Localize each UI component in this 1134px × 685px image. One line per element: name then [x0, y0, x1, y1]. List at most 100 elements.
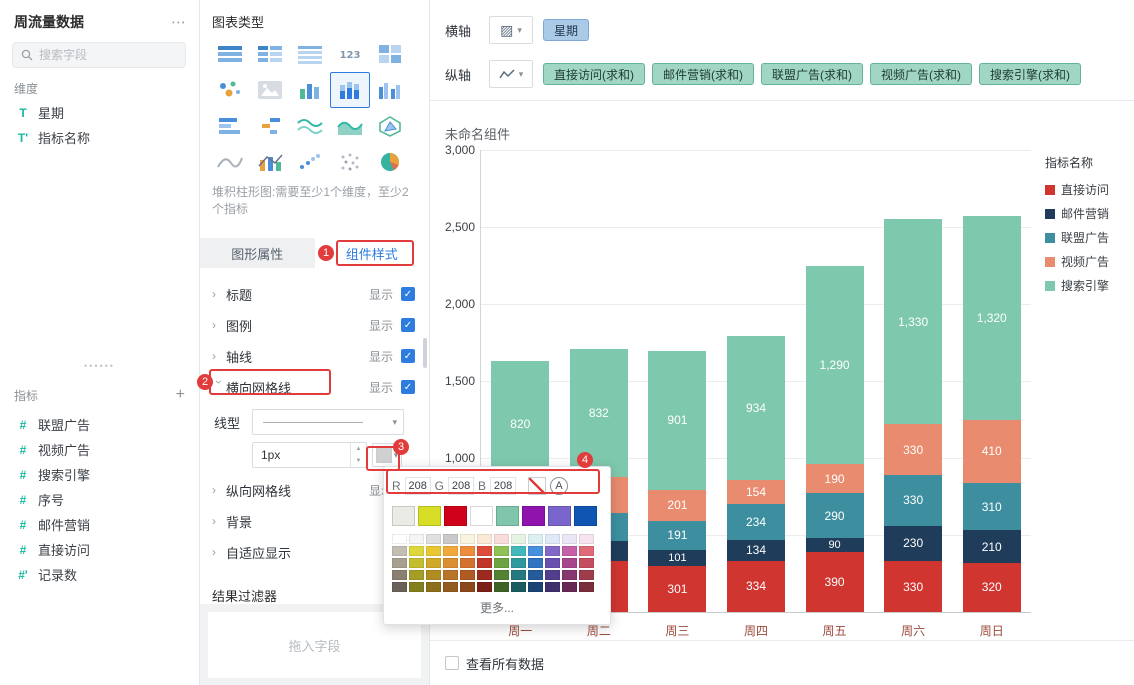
palette-color-swatch[interactable]	[443, 570, 458, 580]
no-color-swatch[interactable]	[528, 477, 547, 495]
metric-item[interactable]: # 联盟广告	[0, 412, 199, 437]
palette-color-swatch[interactable]	[460, 546, 475, 556]
bar-segment-视频广告[interactable]: 154	[727, 480, 785, 504]
chart-type-range-bar-icon[interactable]	[250, 108, 290, 144]
panel-scrollbar[interactable]	[423, 338, 427, 368]
bar-segment-视频广告[interactable]: 190	[805, 464, 864, 494]
palette-color-swatch[interactable]	[528, 582, 543, 592]
y-axis-pill[interactable]: 邮件营销(求和)	[652, 63, 754, 85]
palette-color-swatch[interactable]	[545, 582, 560, 592]
x-axis-pill[interactable]: 星期	[543, 19, 590, 41]
chart-type-point-chart-icon[interactable]	[210, 72, 250, 108]
metric-item[interactable]: # 序号	[0, 487, 199, 512]
bar-segment-搜索引擎[interactable]: 934	[727, 336, 785, 481]
bar-segment-邮件营销[interactable]: 134	[727, 539, 785, 561]
r-value-input[interactable]: 208	[404, 477, 431, 495]
palette-color-swatch[interactable]	[426, 558, 441, 568]
palette-color-swatch[interactable]	[494, 582, 509, 592]
chart-type-pie-icon[interactable]	[370, 144, 410, 180]
palette-color-swatch[interactable]	[477, 534, 492, 544]
metric-item[interactable]: # 搜索引擎	[0, 462, 199, 487]
panel-resize-handle[interactable]: ••••••	[0, 360, 199, 372]
g-value-input[interactable]: 208	[448, 477, 475, 495]
standard-color-swatch[interactable]	[418, 506, 441, 526]
palette-color-swatch[interactable]	[443, 558, 458, 568]
metric-item[interactable]: # 邮件营销	[0, 512, 199, 537]
bar-segment-搜索引擎[interactable]: 901	[648, 350, 707, 490]
palette-color-swatch[interactable]	[477, 558, 492, 568]
show-checkbox[interactable]: ✓	[401, 349, 415, 363]
bar-segment-联盟广告[interactable]: 330	[884, 474, 943, 526]
palette-color-swatch[interactable]	[579, 558, 594, 568]
chart-type-bar-icon[interactable]	[210, 108, 250, 144]
b-value-input[interactable]: 208	[490, 477, 517, 495]
line-type-select[interactable]: ▾	[252, 409, 404, 435]
show-checkbox[interactable]: ✓	[401, 318, 415, 332]
y-axis-pill[interactable]: 联盟广告(求和)	[761, 63, 863, 85]
view-all-data-checkbox[interactable]	[445, 656, 459, 670]
standard-color-swatch[interactable]	[574, 506, 597, 526]
palette-color-swatch[interactable]	[460, 558, 475, 568]
palette-color-swatch[interactable]	[460, 582, 475, 592]
legend-item-邮件营销[interactable]: 邮件营销	[1045, 205, 1109, 222]
palette-color-swatch[interactable]	[392, 582, 407, 592]
palette-color-swatch[interactable]	[460, 534, 475, 544]
metric-item[interactable]: # 视频广告	[0, 437, 199, 462]
palette-color-swatch[interactable]	[494, 558, 509, 568]
palette-color-swatch[interactable]	[392, 546, 407, 556]
legend-item-联盟广告[interactable]: 联盟广告	[1045, 229, 1109, 246]
more-colors-link[interactable]: 更多...	[392, 594, 602, 616]
legend-item-搜索引擎[interactable]: 搜索引擎	[1045, 277, 1109, 294]
chart-type-kpi-card-icon[interactable]: 123	[330, 36, 370, 72]
setting-row-轴线[interactable]: › 轴线 显示 ✓	[200, 342, 429, 370]
y-axis-pill[interactable]: 视频广告(求和)	[870, 63, 972, 85]
auto-color-icon[interactable]: A	[550, 477, 569, 495]
palette-color-swatch[interactable]	[426, 534, 441, 544]
bar-segment-搜索引擎[interactable]: 1,290	[805, 265, 864, 465]
bar-segment-联盟广告[interactable]: 191	[648, 520, 707, 551]
palette-color-swatch[interactable]	[426, 570, 441, 580]
palette-color-swatch[interactable]	[409, 546, 424, 556]
palette-color-swatch[interactable]	[443, 534, 458, 544]
palette-color-swatch[interactable]	[528, 546, 543, 556]
metric-item[interactable]: # 直接访问	[0, 537, 199, 562]
palette-color-swatch[interactable]	[460, 570, 475, 580]
bar-segment-视频广告[interactable]: 330	[884, 424, 943, 475]
palette-color-swatch[interactable]	[528, 558, 543, 568]
palette-color-swatch[interactable]	[562, 582, 577, 592]
bar-segment-搜索引擎[interactable]: 1,320	[962, 216, 1021, 420]
y-axis-style-button[interactable]: ▾	[489, 60, 533, 88]
palette-color-swatch[interactable]	[392, 570, 407, 580]
x-axis-style-button[interactable]: ▨ ▾	[489, 16, 533, 44]
standard-color-swatch[interactable]	[470, 506, 493, 526]
palette-color-swatch[interactable]	[562, 534, 577, 544]
chart-type-multi-column-icon[interactable]	[370, 72, 410, 108]
palette-color-swatch[interactable]	[562, 546, 577, 556]
show-checkbox[interactable]: ✓	[401, 380, 415, 394]
chart-type-column-icon[interactable]	[290, 72, 330, 108]
palette-color-swatch[interactable]	[494, 534, 509, 544]
palette-color-swatch[interactable]	[477, 582, 492, 592]
palette-color-swatch[interactable]	[409, 534, 424, 544]
standard-color-swatch[interactable]	[548, 506, 571, 526]
stepper-up-icon[interactable]: ▲	[351, 443, 366, 455]
palette-color-swatch[interactable]	[579, 534, 594, 544]
field-search[interactable]	[12, 42, 186, 68]
setting-row-标题[interactable]: › 标题 显示 ✓	[200, 280, 429, 308]
dimension-item[interactable]: T' 指标名称	[0, 125, 199, 150]
chart-type-area-icon[interactable]	[330, 108, 370, 144]
palette-color-swatch[interactable]	[545, 546, 560, 556]
tab-graphic-properties[interactable]: 图形属性	[200, 238, 315, 268]
bar-segment-联盟广告[interactable]: 290	[805, 493, 864, 539]
bar-segment-直接访问[interactable]: 330	[884, 561, 943, 612]
palette-color-swatch[interactable]	[579, 582, 594, 592]
show-checkbox[interactable]: ✓	[401, 287, 415, 301]
bar-segment-直接访问[interactable]: 390	[805, 551, 864, 612]
bar-segment-邮件营销[interactable]: 210	[962, 530, 1021, 563]
palette-color-swatch[interactable]	[392, 534, 407, 544]
chart-type-curve-icon[interactable]	[210, 144, 250, 180]
palette-color-swatch[interactable]	[494, 570, 509, 580]
line-width-stepper[interactable]: 1px ▲ ▼	[252, 442, 367, 468]
more-menu-icon[interactable]: ⋯	[171, 13, 187, 31]
palette-color-swatch[interactable]	[443, 546, 458, 556]
